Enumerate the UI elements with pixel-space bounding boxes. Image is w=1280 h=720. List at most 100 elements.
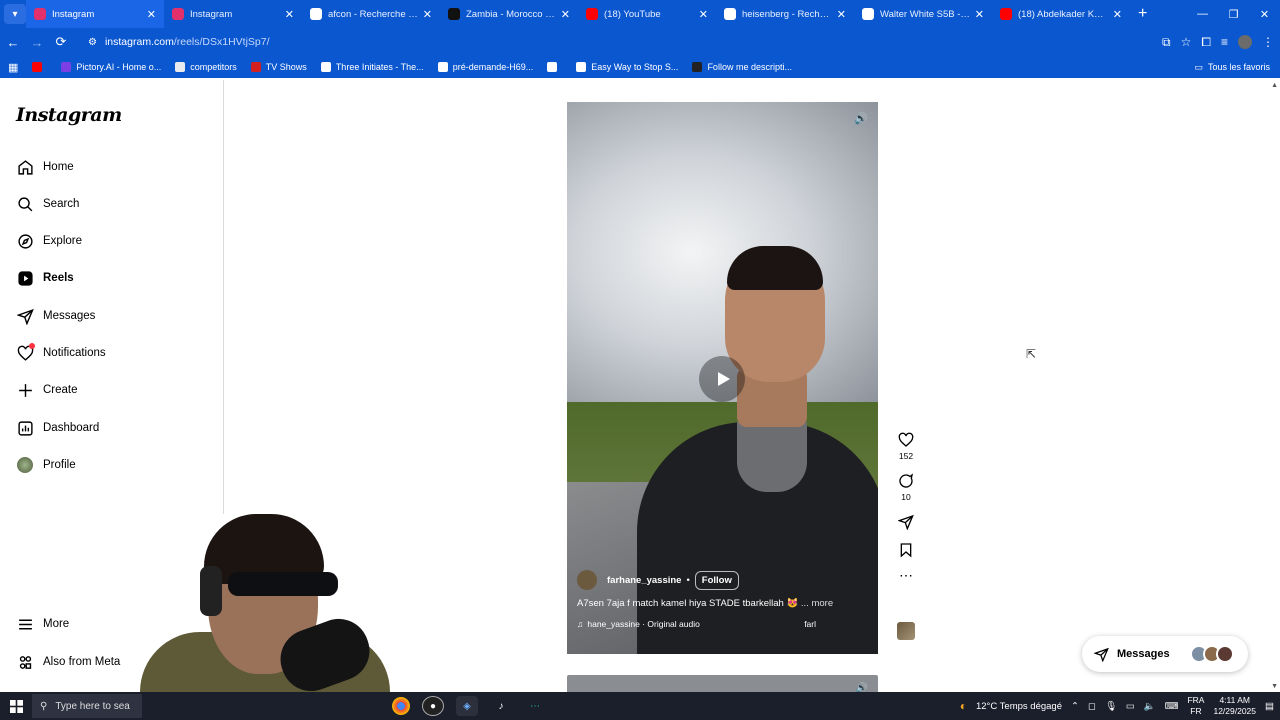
volume-icon[interactable]: 🔈: [1144, 701, 1156, 712]
caption-more-link[interactable]: ... more: [801, 598, 833, 609]
restore-button[interactable]: ❐: [1218, 0, 1249, 28]
save-action[interactable]: [894, 542, 918, 558]
browser-tab[interactable]: heisenberg - Recherche G ✕: [716, 0, 854, 28]
scroll-up-arrow[interactable]: ▲: [1271, 82, 1278, 89]
scroll-down-arrow[interactable]: ▼: [1271, 683, 1278, 690]
reload-button[interactable]: ⟳: [50, 34, 72, 50]
messages-floating-button[interactable]: Messages: [1082, 636, 1248, 672]
keyboard-icon[interactable]: ⌨: [1165, 701, 1179, 712]
bookmark-item[interactable]: pré-demande-H69...: [437, 62, 533, 72]
reel-video[interactable]: 🔊 farhane_yassine • Follow A7sen 7aja f …: [567, 102, 878, 654]
bookmark-item[interactable]: Three Initiates - The...: [320, 62, 424, 72]
minimize-button[interactable]: —: [1187, 0, 1218, 28]
author-avatar[interactable]: [577, 570, 597, 590]
weather-icon[interactable]: ◐: [960, 699, 967, 713]
reel-actions: 152 10 ⋯: [894, 432, 918, 592]
weather-text[interactable]: 12°C Temps dégagé: [976, 701, 1062, 712]
sidebar-item-home[interactable]: Home: [16, 155, 74, 179]
bookmark-label: Three Initiates - The...: [335, 62, 424, 72]
sidebar-item-dashboard[interactable]: Dashboard: [16, 416, 99, 440]
bookmark-item[interactable]: Follow me descripti...: [692, 62, 792, 72]
bookmark-item[interactable]: Easy Way to Stop S...: [576, 62, 678, 72]
home-icon: [16, 158, 34, 176]
play-button[interactable]: [699, 356, 745, 402]
display-icon[interactable]: ▭: [1126, 701, 1135, 712]
install-app-icon[interactable]: ⧉: [1162, 35, 1171, 50]
browser-tab[interactable]: (18) YouTube ✕: [578, 0, 716, 28]
bookmark-item[interactable]: TV Shows: [250, 62, 307, 72]
sidebar-item-messages[interactable]: Messages: [16, 304, 95, 328]
sidebar-item-notifications[interactable]: Notifications: [16, 341, 106, 365]
all-bookmarks[interactable]: ▭ Tous les favoris: [1194, 56, 1270, 78]
tab-close-icon[interactable]: ✕: [1113, 8, 1122, 21]
new-tab-button[interactable]: +: [1138, 5, 1147, 23]
sidebar-item-create[interactable]: Create: [16, 378, 78, 402]
reels-icon: [16, 269, 34, 287]
taskbar-search[interactable]: ⚲ Type here to sea: [32, 694, 142, 718]
tab-close-icon[interactable]: ✕: [285, 8, 294, 21]
sidebar-item-reels[interactable]: Reels: [16, 266, 74, 290]
reel-caption: A7sen 7aja f match kamel hiya STADE tbar…: [577, 598, 872, 609]
bookmark-star-icon[interactable]: ☆: [1181, 35, 1192, 49]
clock[interactable]: 4:11 AM 12/29/2025: [1213, 695, 1256, 717]
extensions-icon[interactable]: ⧠: [1201, 35, 1211, 50]
tiktok-icon[interactable]: ♪: [490, 696, 512, 716]
follow-button[interactable]: Follow: [694, 570, 739, 590]
notifications-icon[interactable]: ▤: [1265, 701, 1274, 712]
tray-chevron-icon[interactable]: ⌃: [1071, 701, 1079, 712]
tab-close-icon[interactable]: ✕: [423, 8, 432, 21]
author-username[interactable]: farhane_yassine: [607, 575, 681, 586]
tab-close-icon[interactable]: ✕: [975, 8, 984, 21]
page-scrollbar[interactable]: ▲ ▼: [1270, 80, 1280, 692]
profile-avatar[interactable]: [1238, 35, 1252, 49]
sidebar-more[interactable]: More: [16, 612, 69, 636]
tab-search-button[interactable]: ▾: [4, 4, 26, 24]
tab-close-icon[interactable]: ✕: [837, 8, 846, 21]
audio-thumbnail[interactable]: [897, 622, 915, 640]
tab-close-icon[interactable]: ✕: [699, 8, 708, 21]
sidebar-item-profile[interactable]: Profile: [16, 453, 76, 477]
bookmark-item[interactable]: [547, 62, 562, 72]
sidebar-item-search[interactable]: Search: [16, 192, 79, 216]
browser-tab[interactable]: Instagram ✕: [164, 0, 302, 28]
bookmark-item[interactable]: competitors: [175, 62, 237, 72]
browser-tab[interactable]: Instagram ✕: [26, 0, 164, 28]
davinci-icon[interactable]: ◈: [456, 696, 478, 716]
obs-icon[interactable]: ●: [422, 696, 444, 716]
forward-button[interactable]: →: [26, 35, 48, 50]
comment-action[interactable]: 10: [894, 473, 918, 502]
browser-tab[interactable]: Zambia - Morocco Betting ✕: [440, 0, 578, 28]
site-info-icon[interactable]: ⚙: [88, 37, 97, 48]
network-icon[interactable]: ◻: [1088, 701, 1096, 712]
sidebar-more-label: More: [43, 618, 70, 630]
start-button[interactable]: [0, 699, 32, 713]
browser-tab[interactable]: Walter White S5B - Walte ✕: [854, 0, 992, 28]
apps-grid-icon[interactable]: ▦: [8, 61, 18, 74]
media-control-icon[interactable]: ≡: [1221, 35, 1228, 49]
browser-tab[interactable]: (18) Abdelkader Kharraz ✕: [992, 0, 1130, 28]
mic-icon[interactable]: 🎙: [1105, 701, 1117, 712]
app-icon[interactable]: ⋯: [524, 696, 546, 716]
bookmark-item[interactable]: [32, 62, 47, 72]
chrome-icon[interactable]: [392, 697, 410, 715]
like-action[interactable]: 152: [894, 432, 918, 461]
reel-audio[interactable]: ♫ hane_yassine · Original audio farl: [577, 619, 872, 629]
address-bar[interactable]: ⚙ instagram.com/reels/DSx1HVtjSp7/: [80, 31, 1165, 53]
sidebar-also-from-meta[interactable]: Also from Meta: [16, 650, 120, 674]
browser-tab[interactable]: afcon - Recherche Google ✕: [302, 0, 440, 28]
tab-close-icon[interactable]: ✕: [561, 8, 570, 21]
tab-close-icon[interactable]: ✕: [147, 8, 156, 21]
share-action[interactable]: [894, 514, 918, 530]
compass-icon: [16, 232, 34, 250]
more-options-action[interactable]: ⋯: [894, 568, 918, 582]
tab-title: (18) YouTube: [604, 8, 661, 20]
back-button[interactable]: ←: [2, 35, 24, 50]
close-window-button[interactable]: ✕: [1249, 0, 1280, 28]
volume-icon[interactable]: 🔊: [854, 112, 868, 125]
bookmark-item[interactable]: Pictory.AI - Home o...: [61, 62, 161, 72]
browser-menu-icon[interactable]: ⋮: [1262, 35, 1274, 49]
instagram-logo[interactable]: Instagram: [16, 104, 122, 126]
sidebar-item-label: Explore: [43, 235, 82, 247]
input-language[interactable]: FRA FR: [1187, 695, 1204, 717]
sidebar-item-explore[interactable]: Explore: [16, 229, 82, 253]
